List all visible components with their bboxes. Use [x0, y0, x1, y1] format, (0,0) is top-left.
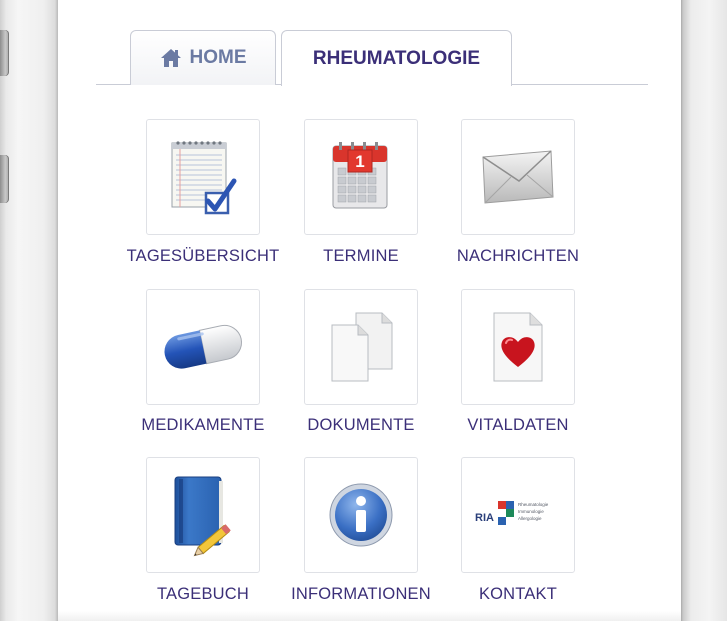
- tab-home-label: HOME: [189, 47, 247, 68]
- tile-dokumente[interactable]: [304, 289, 418, 405]
- tile-dokumente-label[interactable]: DOKUMENTE: [276, 416, 446, 435]
- capsule-icon: [164, 324, 243, 369]
- logo-line-1: Rheumatologie: [518, 502, 549, 507]
- ria-logo-icon: RIA Rheumatologie Immunologie Allergolog…: [475, 501, 549, 525]
- app-screen: HOME RHEUMATOLOGIE TAGESÜBERSICHT 1 TERM…: [58, 0, 681, 612]
- tile-tagesuebersicht[interactable]: [146, 119, 260, 235]
- tile-nachrichten[interactable]: [461, 119, 575, 235]
- tab-rheumatologie-label: RHEUMATOLOGIE: [312, 47, 481, 69]
- documents-icon: [331, 312, 393, 382]
- phone-screenshot: HOME RHEUMATOLOGIE TAGESÜBERSICHT 1 TERM…: [0, 0, 727, 621]
- checklist-icon: [171, 141, 237, 215]
- tile-kontakt-label[interactable]: KONTAKT: [433, 585, 603, 604]
- envelope-icon: [482, 150, 554, 204]
- tile-tagebuch-label[interactable]: TAGEBUCH: [118, 585, 288, 604]
- tile-medikamente-label[interactable]: MEDIKAMENTE: [118, 416, 288, 435]
- diary-pen-icon: [174, 476, 231, 557]
- logo-line-3: Allergologie: [518, 516, 542, 521]
- calendar-day-number: 1: [355, 152, 364, 171]
- tile-kontakt[interactable]: RIA Rheumatologie Immunologie Allergolog…: [461, 457, 575, 573]
- tab-home[interactable]: HOME: [130, 30, 276, 85]
- tile-vitaldaten[interactable]: [461, 289, 575, 405]
- tile-nachrichten-label[interactable]: NACHRICHTEN: [433, 247, 603, 266]
- tile-informationen[interactable]: [304, 457, 418, 573]
- volume-down-button: [0, 155, 9, 203]
- tile-medikamente[interactable]: [146, 289, 260, 405]
- tile-informationen-label[interactable]: INFORMATIONEN: [276, 585, 446, 604]
- heart-document-icon: [493, 312, 543, 382]
- info-icon: [329, 483, 393, 547]
- phone-frame-left: [0, 0, 58, 621]
- tile-termine-label[interactable]: TERMINE: [276, 247, 446, 266]
- tab-rheumatologie[interactable]: RHEUMATOLOGIE: [281, 30, 512, 86]
- phone-frame-bottom: [58, 611, 681, 621]
- calendar-icon: 1: [332, 142, 388, 209]
- home-icon: [160, 49, 181, 67]
- logo-line-2: Immunologie: [518, 509, 544, 514]
- tile-tagesuebersicht-label[interactable]: TAGESÜBERSICHT: [118, 247, 288, 266]
- phone-frame-right: [681, 0, 727, 621]
- tile-tagebuch[interactable]: [146, 457, 260, 573]
- logo-text: RIA: [475, 512, 494, 524]
- tile-vitaldaten-label[interactable]: VITALDATEN: [433, 416, 603, 435]
- tile-termine[interactable]: 1: [304, 119, 418, 235]
- volume-up-button: [0, 30, 9, 76]
